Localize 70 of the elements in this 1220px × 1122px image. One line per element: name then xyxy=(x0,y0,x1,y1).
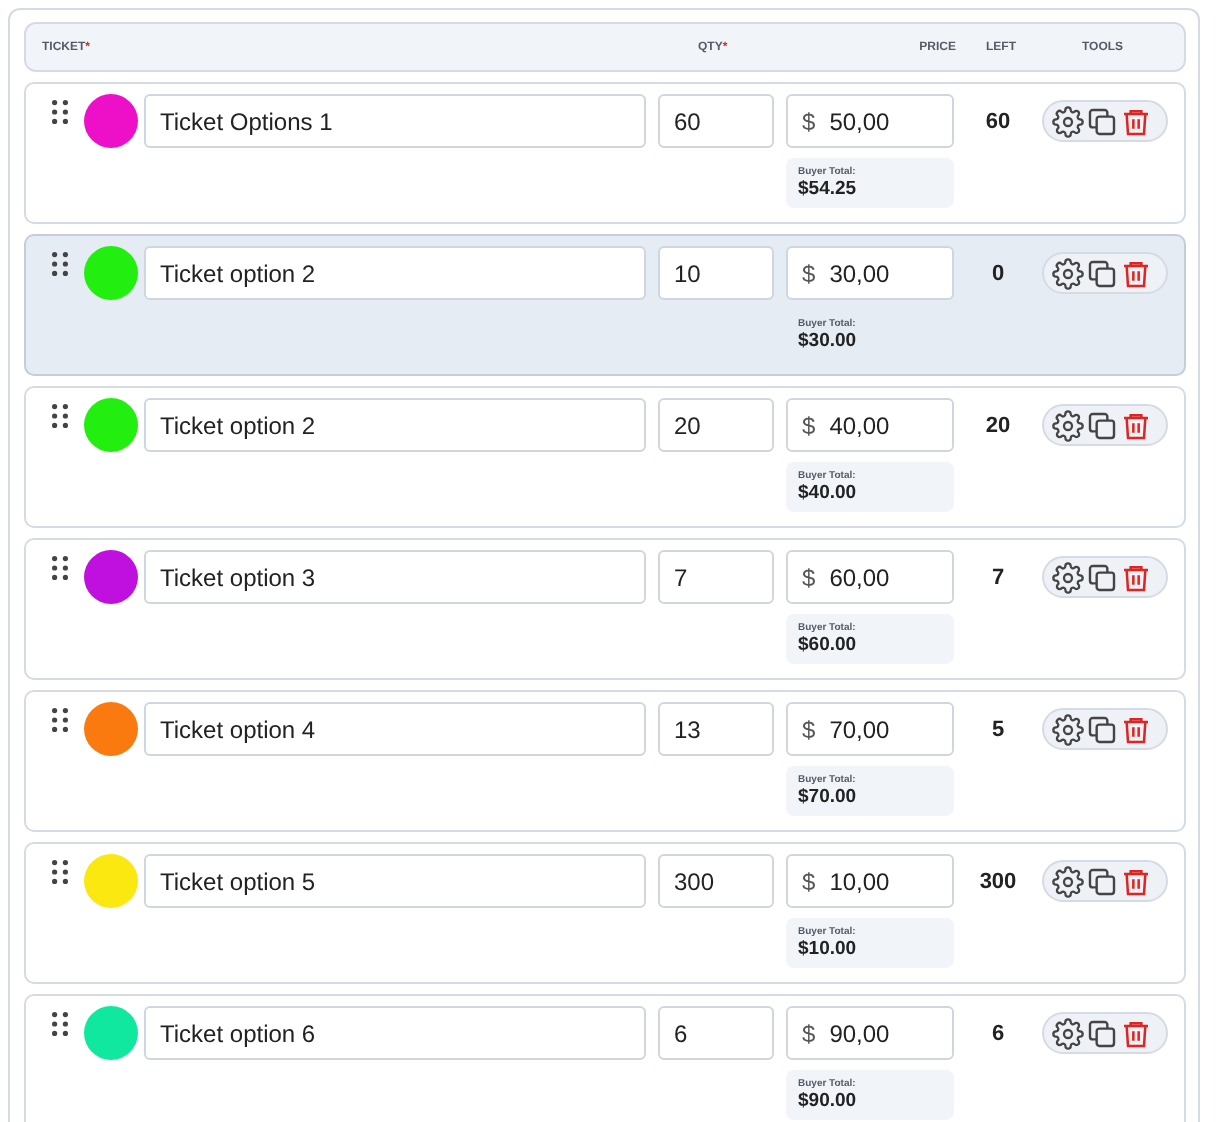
color-dot[interactable] xyxy=(84,854,138,908)
price-field[interactable]: $ 50,00 xyxy=(786,94,954,148)
settings-button[interactable] xyxy=(1052,409,1084,441)
drag-handle-icon[interactable] xyxy=(52,708,68,732)
ticket-name-field[interactable]: Ticket option 3 xyxy=(144,550,646,604)
tickets-left: 0 xyxy=(991,261,1005,285)
delete-button[interactable] xyxy=(1120,409,1152,441)
tickets-left: 5 xyxy=(991,717,1005,741)
copy-button[interactable] xyxy=(1086,561,1118,593)
color-dot[interactable] xyxy=(84,398,138,452)
tickets-left: 20 xyxy=(985,413,1011,437)
copy-button[interactable] xyxy=(1086,865,1118,897)
settings-button[interactable] xyxy=(1052,713,1084,745)
quantity-field[interactable]: 6 xyxy=(658,1006,774,1060)
color-dot[interactable] xyxy=(84,550,138,604)
quantity-field[interactable]: 10 xyxy=(658,246,774,300)
price-field[interactable]: $ 40,00 xyxy=(786,398,954,452)
copy-button[interactable] xyxy=(1086,105,1118,137)
price-field[interactable]: $ 60,00 xyxy=(786,550,954,604)
ticket-name-field[interactable]: Ticket option 5 xyxy=(144,854,646,908)
price-field[interactable]: $ 90,00 xyxy=(786,1006,954,1060)
settings-button[interactable] xyxy=(1052,257,1084,289)
copy-button[interactable] xyxy=(1086,409,1118,441)
price-field[interactable]: $ 70,00 xyxy=(786,702,954,756)
buyer-total-amount: $40.00 xyxy=(798,482,859,504)
delete-button[interactable] xyxy=(1120,257,1152,289)
drag-handle-icon[interactable] xyxy=(52,252,68,276)
buyer-total-amount: $70.00 xyxy=(798,786,859,808)
tickets-left: 6 xyxy=(991,1021,1005,1045)
buyer-total-amount: $30.00 xyxy=(798,330,859,352)
delete-button[interactable] xyxy=(1120,1017,1152,1049)
settings-button[interactable] xyxy=(1052,561,1084,593)
delete-button[interactable] xyxy=(1120,865,1152,897)
copy-button[interactable] xyxy=(1086,257,1118,289)
quantity-field[interactable]: 7 xyxy=(658,550,774,604)
quantity-field[interactable]: 300 xyxy=(658,854,774,908)
drag-handle-icon[interactable] xyxy=(52,556,68,580)
ticket-name-field[interactable]: Ticket option 2 xyxy=(144,398,646,452)
copy-button[interactable] xyxy=(1086,1017,1118,1049)
quantity-field[interactable]: 20 xyxy=(658,398,774,452)
delete-button[interactable] xyxy=(1120,713,1152,745)
tickets-left: 7 xyxy=(991,565,1005,589)
copy-button[interactable] xyxy=(1086,713,1118,745)
settings-button[interactable] xyxy=(1052,1017,1084,1049)
tickets-left: 300 xyxy=(979,869,1017,893)
drag-handle-icon[interactable] xyxy=(52,404,68,428)
ticket-name-field[interactable]: Ticket option 6 xyxy=(144,1006,646,1060)
quantity-field[interactable]: 13 xyxy=(658,702,774,756)
ticket-name-field[interactable]: Ticket option 2 xyxy=(144,246,646,300)
settings-button[interactable] xyxy=(1052,105,1084,137)
ticket-name-field[interactable]: Ticket option 4 xyxy=(144,702,646,756)
tickets-left: 60 xyxy=(985,109,1011,133)
buyer-total-amount: $90.00 xyxy=(798,1090,859,1112)
buyer-total-amount: $60.00 xyxy=(798,634,859,656)
drag-handle-icon[interactable] xyxy=(52,860,68,884)
ticket-name-field[interactable]: Ticket Options 1 xyxy=(144,94,646,148)
buyer-total-amount: $10.00 xyxy=(798,938,859,960)
delete-button[interactable] xyxy=(1120,561,1152,593)
drag-handle-icon[interactable] xyxy=(52,100,68,124)
buyer-total-amount: $54.25 xyxy=(798,178,859,200)
color-dot[interactable] xyxy=(84,94,138,148)
color-dot[interactable] xyxy=(84,246,138,300)
delete-button[interactable] xyxy=(1120,105,1152,137)
price-field[interactable]: $ 10,00 xyxy=(786,854,954,908)
drag-handle-icon[interactable] xyxy=(52,1012,68,1036)
price-field[interactable]: $ 30,00 xyxy=(786,246,954,300)
color-dot[interactable] xyxy=(84,702,138,756)
quantity-field[interactable]: 60 xyxy=(658,94,774,148)
color-dot[interactable] xyxy=(84,1006,138,1060)
settings-button[interactable] xyxy=(1052,865,1084,897)
